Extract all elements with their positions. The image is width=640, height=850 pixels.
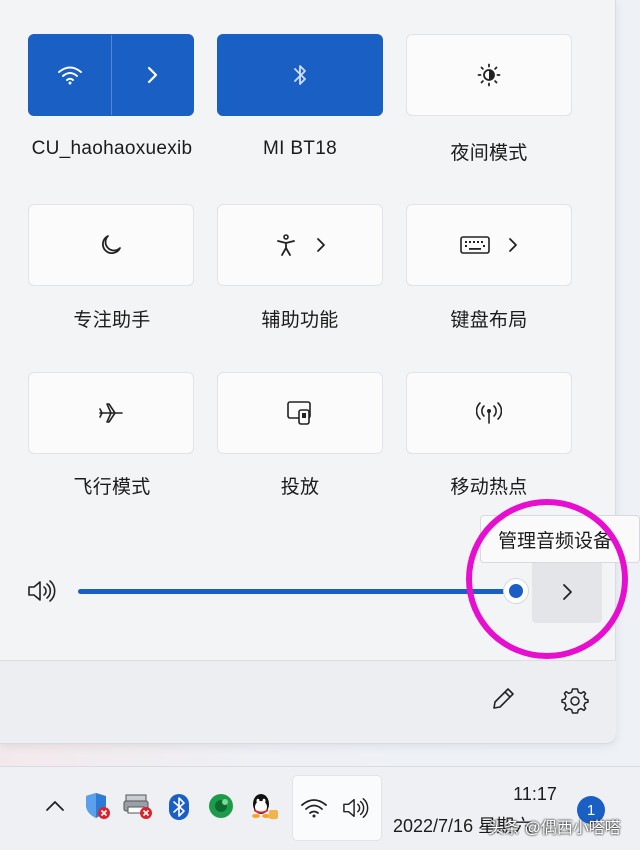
chevron-right-icon[interactable] — [316, 237, 326, 253]
printer-error-icon[interactable] — [122, 791, 154, 821]
chevron-right-icon — [148, 66, 158, 84]
focus-assist-tile[interactable] — [28, 204, 194, 286]
volume-slider[interactable] — [78, 589, 516, 594]
clock-time[interactable]: 11:17 — [500, 784, 570, 805]
wifi-icon — [57, 66, 82, 85]
night-light-icon — [477, 63, 501, 87]
keyboard-layout-tile[interactable] — [406, 204, 572, 286]
speaker-icon — [343, 798, 369, 818]
cast-icon — [287, 401, 311, 425]
bluetooth-icon[interactable] — [168, 793, 190, 821]
cast-tile[interactable] — [217, 372, 383, 454]
keyboard-icon — [460, 236, 490, 254]
speaker-icon[interactable] — [26, 578, 56, 604]
hotspot-icon — [476, 402, 502, 424]
pencil-icon[interactable] — [490, 686, 516, 712]
wifi-expand-button[interactable] — [112, 35, 194, 115]
security-shield-icon[interactable] — [84, 791, 112, 821]
wifi-tile[interactable] — [28, 34, 194, 116]
tile-label-mobile-hotspot: 移动热点 — [450, 477, 528, 498]
tile-label-bluetooth: MI BT18 — [263, 138, 337, 159]
tile-label-focus-assist: 专注助手 — [73, 310, 151, 331]
gear-icon[interactable] — [561, 686, 589, 714]
accessibility-tile[interactable] — [217, 204, 383, 286]
accessibility-icon — [277, 234, 295, 256]
tile-label-night-light: 夜间模式 — [450, 143, 528, 164]
tile-label-cast: 投放 — [280, 477, 320, 498]
tile-label-airplane-mode: 飞行模式 — [73, 477, 151, 498]
qq-icon[interactable] — [247, 790, 279, 822]
airplane-mode-tile[interactable] — [28, 372, 194, 454]
highlight-circle — [466, 499, 628, 659]
tile-label-accessibility: 辅助功能 — [261, 310, 339, 331]
chevron-right-icon[interactable] — [508, 237, 518, 253]
tile-label-wifi: CU_haohaoxuexib — [31, 138, 193, 159]
mobile-hotspot-tile[interactable] — [406, 372, 572, 454]
watermark: 头条 @偶西小嗒嗒 — [488, 820, 621, 837]
night-light-tile[interactable] — [406, 34, 572, 116]
wifi-toggle[interactable] — [29, 35, 111, 115]
bluetooth-icon — [294, 65, 306, 85]
moon-icon — [101, 235, 121, 255]
airplane-icon — [99, 403, 123, 423]
tile-label-keyboard-layout: 键盘布局 — [450, 310, 528, 331]
app-green-icon[interactable] — [207, 792, 235, 820]
panel-footer — [0, 661, 616, 743]
wifi-icon — [301, 799, 327, 818]
chevron-up-icon[interactable] — [44, 798, 66, 814]
bluetooth-tile[interactable] — [217, 34, 383, 116]
